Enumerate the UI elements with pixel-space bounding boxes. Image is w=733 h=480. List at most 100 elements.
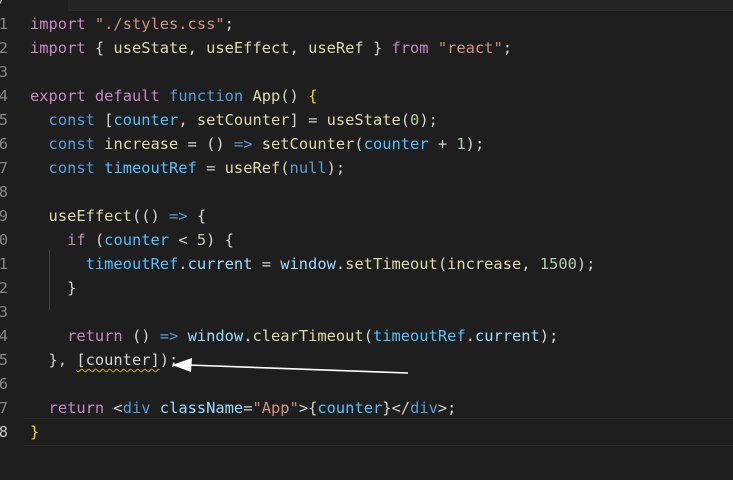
dependency-array-warning: [counter] [76, 351, 160, 369]
code-token: timeoutRef [372, 327, 466, 345]
code-area[interactable]: import "./styles.css"; import { useState,… [30, 10, 733, 480]
code-line[interactable]: const timeoutRef = useRef(null); [30, 156, 346, 180]
code-token: useEffect [48, 207, 132, 225]
code-line[interactable]: useEffect(() => { [30, 204, 207, 228]
code-token: { [308, 87, 318, 105]
code-token: ); [159, 351, 179, 369]
code-token: 0 [410, 111, 420, 129]
code-token: current [187, 255, 253, 273]
line-number: 4 [0, 327, 8, 345]
code-token: => [169, 207, 188, 225]
code-token: < [104, 399, 123, 417]
code-line[interactable]: return () => window. clearTimeout(timeout… [30, 324, 558, 348]
code-line[interactable]: return <div className="App">{counter}</d… [30, 396, 457, 420]
code-token: ) { [206, 231, 234, 249]
code-token: ( [363, 327, 373, 345]
line-number: 5 [0, 111, 8, 129]
code-token: import [30, 15, 86, 33]
code-line[interactable]: timeoutRef.current = window.setTimeout(i… [30, 252, 596, 276]
code-token: const [48, 111, 95, 129]
code-token: return [48, 399, 105, 417]
code-token: }</ [382, 399, 411, 417]
code-line[interactable]: } [30, 420, 39, 444]
code-token: ( [354, 135, 364, 153]
line-number: 8 [0, 183, 8, 201]
line-number: 4 [0, 87, 8, 105]
code-token: increase [447, 255, 522, 273]
code-token: } [363, 39, 392, 57]
code-token: export [30, 87, 86, 105]
code-token: ); [576, 255, 596, 273]
code-token: ] = [289, 111, 327, 129]
code-token: , [187, 39, 207, 57]
code-token: . [178, 255, 188, 273]
line-number: 6 [0, 135, 8, 153]
code-token: setTimeout [345, 255, 438, 273]
code-line[interactable]: export default function App() { [30, 84, 317, 108]
line-number: 7 [0, 399, 8, 417]
line-number: 2 [0, 39, 8, 57]
code-token: function [169, 87, 244, 105]
code-token: current [474, 327, 540, 345]
code-token: window [187, 327, 244, 345]
code-token: < [169, 231, 197, 249]
code-token: ( [280, 159, 290, 177]
code-token: . [335, 255, 346, 273]
code-token: useState [113, 39, 188, 57]
code-line[interactable]: import { useState, useEffect, useRef } f… [30, 36, 512, 60]
code-token: , [178, 111, 197, 129]
code-token: ; [502, 39, 512, 57]
line-number: 5 [0, 351, 8, 369]
code-token: counter [317, 399, 383, 417]
code-token: => [159, 327, 179, 345]
code-token: null [289, 159, 327, 177]
code-token: useRef [224, 159, 281, 177]
code-token: () [280, 87, 309, 105]
code-token: , [289, 39, 309, 57]
code-token: window [280, 255, 336, 273]
line-number: 0 [0, 231, 8, 249]
line-number: 6 [0, 375, 8, 393]
code-token: = [196, 159, 225, 177]
code-token: } [30, 423, 40, 441]
code-line[interactable]: if (counter < 5) { [30, 228, 234, 252]
code-token: } [30, 279, 77, 297]
line-number: 2 [0, 279, 8, 297]
code-token: useState [326, 111, 401, 129]
code-token: timeoutRef [104, 159, 197, 177]
code-token: if [67, 231, 86, 249]
code-token: setCounter [261, 135, 355, 153]
code-token: [ [94, 111, 114, 129]
code-token: () [122, 327, 160, 345]
code-line[interactable]: const [counter, setCounter] = useState(0… [30, 108, 438, 132]
code-token: => [233, 135, 253, 153]
code-editor[interactable]: ) 1 2 3 4 5 6 7 8 9 0 1 2 3 4 5 6 7 8 import "./styles.cs… [0, 0, 733, 480]
code-line[interactable]: import "./styles.css"; [30, 12, 234, 36]
code-token: ( [85, 231, 105, 249]
code-token: counter [113, 111, 179, 129]
code-token: default [94, 87, 160, 105]
line-number: 3 [0, 63, 8, 81]
code-token: counter [363, 135, 429, 153]
code-line[interactable]: } [30, 276, 76, 300]
code-line[interactable]: }, [counter]); [30, 348, 179, 372]
code-token: = () [178, 135, 234, 153]
code-token: return [67, 327, 123, 345]
code-token: { [187, 207, 207, 225]
code-token: (() [131, 207, 170, 225]
code-token: "react" [437, 39, 503, 57]
line-number: 8 [0, 423, 8, 441]
code-line[interactable]: const increase = () => setCounter(counte… [30, 132, 485, 156]
line-number: 9 [0, 207, 8, 225]
code-token: ); [419, 111, 438, 129]
code-token: import [30, 39, 86, 57]
code-token: useRef [308, 39, 364, 57]
